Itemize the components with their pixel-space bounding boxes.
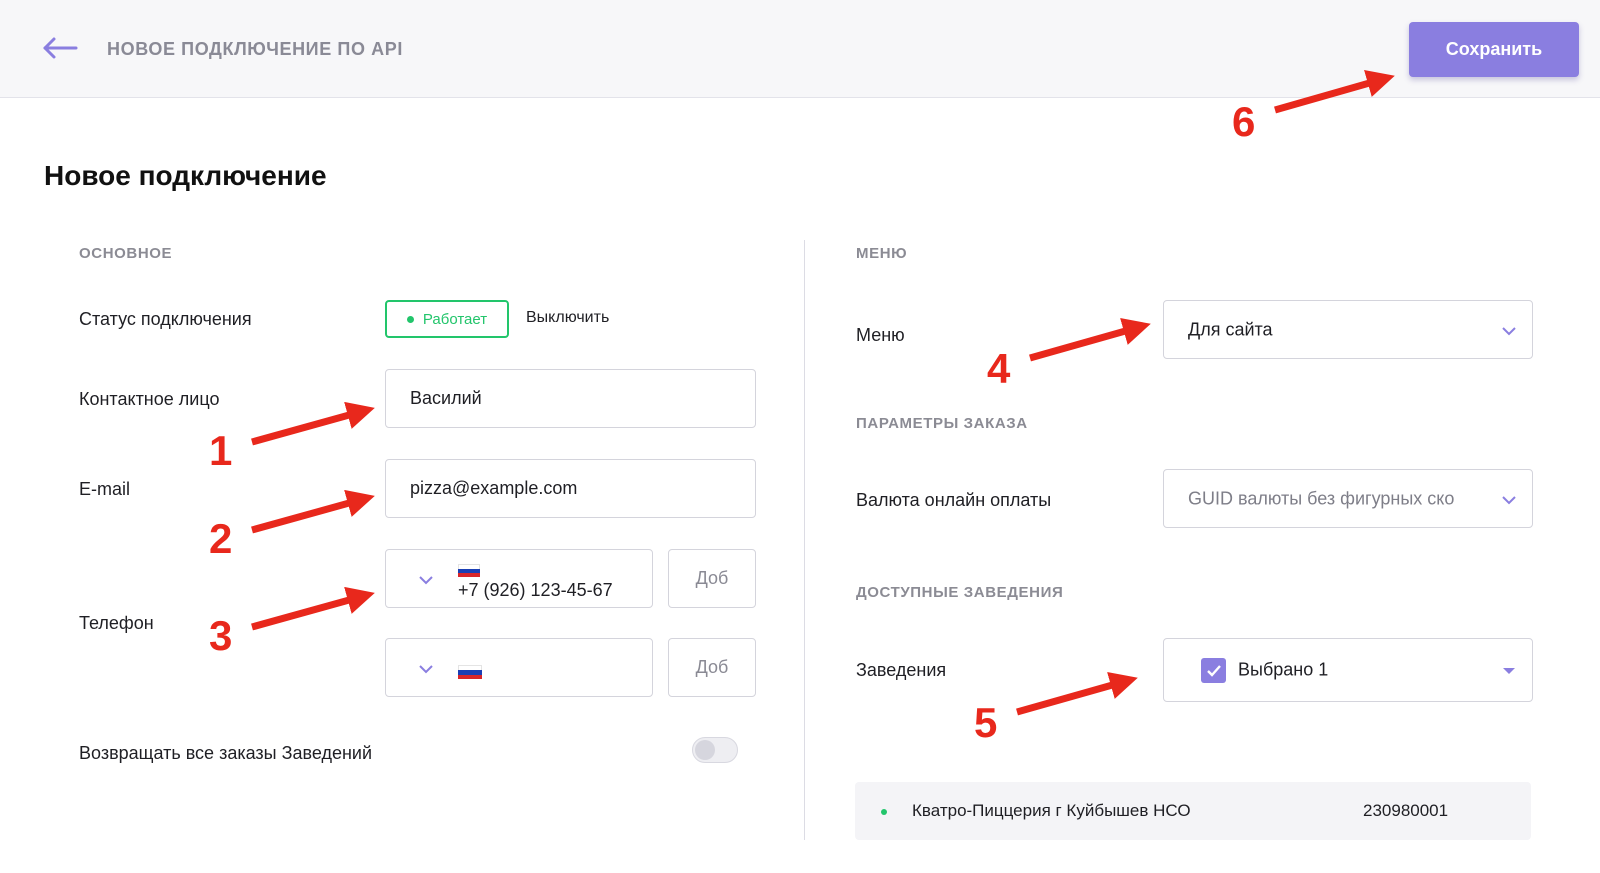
section-title-menu: МЕНЮ: [856, 245, 908, 262]
menu-select[interactable]: Для сайта: [1163, 300, 1533, 359]
russia-flag-icon: [458, 665, 482, 679]
caret-down-icon: [1503, 668, 1515, 674]
country-chevron-down-icon[interactable]: [418, 664, 434, 674]
annotation-label-2: 2: [209, 515, 233, 562]
status-badge: Работает: [385, 300, 509, 338]
annotation-arrow-3: [251, 586, 375, 631]
phone-input-2[interactable]: [385, 638, 653, 697]
phone-label: Телефон: [79, 613, 154, 633]
select-all-checkbox[interactable]: [1201, 658, 1226, 683]
arrow-left-icon: [43, 37, 78, 59]
phone-number-1: +7 (926) 123-45-67: [458, 580, 613, 600]
currency-label: Валюта онлайн оплаты: [856, 490, 1052, 510]
venues-selected-text: Выбрано 1: [1238, 659, 1329, 680]
page-title: Новое подключение: [44, 160, 327, 191]
disable-link[interactable]: Выключить: [526, 309, 609, 327]
return-orders-label: Возвращать все заказы Заведений: [79, 743, 373, 763]
annotation-arrow-5: [1016, 671, 1138, 716]
menu-select-value: Для сайта: [1188, 319, 1273, 339]
toggle-knob: [695, 740, 715, 760]
email-input[interactable]: [385, 459, 756, 518]
venue-id: 230980001: [1363, 801, 1449, 820]
annotation-arrow-1: [251, 401, 375, 446]
currency-select-value: GUID валюты без фигурных ско: [1188, 488, 1455, 508]
return-orders-toggle[interactable]: [692, 737, 738, 763]
save-button[interactable]: Сохранить: [1409, 22, 1579, 77]
chevron-down-icon: [1502, 327, 1516, 336]
phone-ext-input-2[interactable]: [668, 638, 756, 697]
section-title-venues: ДОСТУПНЫЕ ЗАВЕДЕНИЯ: [856, 584, 1064, 601]
annotation-label-1: 1: [209, 427, 233, 474]
annotation-label-4: 4: [987, 345, 1011, 392]
venues-label: Заведения: [856, 660, 947, 680]
venue-name: Кватро-Пиццерия г Куйбышев НСО: [912, 801, 1191, 820]
top-bar: НОВОЕ ПОДКЛЮЧЕНИЕ ПО API Сохранить: [0, 0, 1600, 98]
section-title-basic: ОСНОВНОЕ: [79, 245, 173, 262]
phone-ext-input-1[interactable]: [668, 549, 756, 608]
annotation-arrow-4: [1029, 317, 1151, 362]
annotation-arrow-2: [251, 489, 375, 534]
venue-row: Кватро-Пиццерия г Куйбышев НСО 230980001: [855, 782, 1531, 840]
russia-flag-icon: [458, 564, 480, 577]
status-value: Работает: [422, 310, 488, 328]
contact-label: Контактное лицо: [79, 389, 220, 409]
chevron-down-icon: [1502, 496, 1516, 505]
section-title-order-params: ПАРАМЕТРЫ ЗАКАЗА: [856, 415, 1028, 432]
status-dot-icon: [406, 315, 414, 323]
email-label: E-mail: [79, 479, 131, 499]
header-title: НОВОЕ ПОДКЛЮЧЕНИЕ ПО API: [107, 39, 403, 59]
venue-status-dot-icon: [881, 809, 887, 815]
phone-input-1[interactable]: +7 (926) 123-45-67: [385, 549, 653, 608]
venues-select[interactable]: Выбрано 1: [1163, 638, 1533, 702]
annotation-label-3: 3: [209, 612, 233, 659]
column-divider: [804, 240, 805, 840]
annotation-label-6: 6: [1232, 98, 1256, 145]
menu-label: Меню: [856, 325, 905, 345]
country-chevron-down-icon[interactable]: [418, 575, 434, 585]
status-label: Статус подключения: [79, 309, 252, 329]
contact-input[interactable]: [385, 369, 756, 428]
currency-select[interactable]: GUID валюты без фигурных ско: [1163, 469, 1533, 528]
check-icon: [1206, 665, 1221, 677]
annotation-label-5: 5: [974, 699, 998, 746]
back-button[interactable]: [40, 36, 80, 60]
